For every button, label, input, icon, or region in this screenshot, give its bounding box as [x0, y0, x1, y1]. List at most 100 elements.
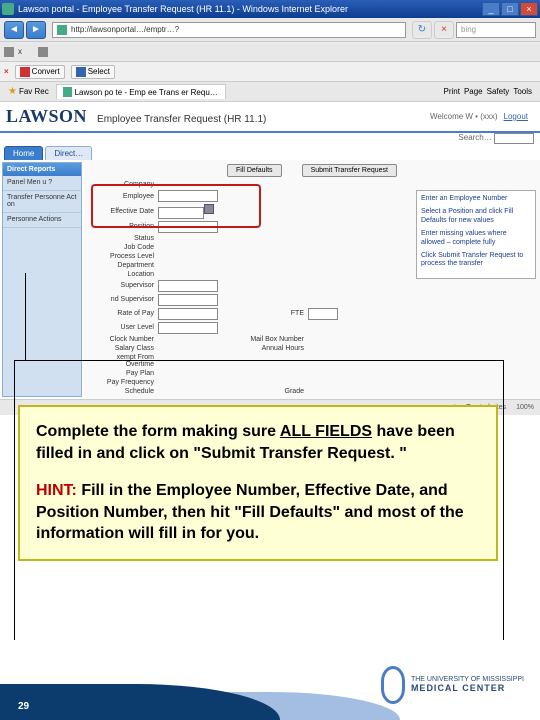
- toolbar-row-2: × Convert Select: [0, 62, 540, 82]
- window-titlebar: Lawson portal - Employee Transfer Reques…: [0, 0, 540, 18]
- page-number: 29: [18, 701, 29, 712]
- footer-logo-icon: [381, 666, 405, 704]
- label-schedule: Schedule: [88, 388, 158, 395]
- label-ind-supervisor: nd Supervisor: [88, 296, 158, 303]
- input-ind-supervisor[interactable]: [158, 294, 218, 306]
- help-line-1: Enter an Employee Number: [421, 195, 531, 203]
- app-tab-bar: Home Direct…: [0, 144, 540, 160]
- page-content: LAWSON Employee Transfer Request (HR 11.…: [0, 102, 540, 415]
- label-effective-date: Effective Date: [88, 208, 158, 215]
- help-line-4: Click Submit Transfer Request to process…: [421, 252, 531, 269]
- label-process-level: Process Level: [88, 253, 158, 260]
- search-box[interactable]: bing: [456, 22, 536, 38]
- input-rate-of-pay[interactable]: [158, 308, 218, 320]
- form-area: Fill Defaults Submit Transfer Request Co…: [84, 160, 540, 399]
- label-rate-of-pay: Rate of Pay: [88, 310, 158, 317]
- input-employee[interactable]: [158, 190, 218, 202]
- header-search-input[interactable]: [494, 133, 534, 144]
- window-title: Lawson portal - Employee Transfer Reques…: [18, 4, 348, 14]
- sidebar-item-2[interactable]: Personne Actions: [3, 213, 81, 228]
- stop-button[interactable]: ×: [434, 21, 454, 39]
- browser-tab-bar: ★ Fav Rec Lawson po te - Emp ee Trans er…: [0, 82, 540, 102]
- search-placeholder: bing: [461, 25, 476, 34]
- cmd-safety[interactable]: Safety: [487, 87, 510, 96]
- sidebar-item-1[interactable]: Transfer Personne Act on: [3, 191, 81, 213]
- label-status: Status: [88, 235, 158, 242]
- header-search[interactable]: Search…: [458, 133, 491, 142]
- window-controls: _ □ ×: [482, 2, 538, 16]
- label-user-level: User Level: [88, 324, 158, 331]
- back-button[interactable]: ◄: [4, 21, 24, 39]
- cmd-tools[interactable]: Tools: [513, 87, 532, 96]
- refresh-button[interactable]: ↻: [412, 21, 432, 39]
- close-button[interactable]: ×: [520, 2, 538, 16]
- footer-logo: THE UNIVERSITY OF MISSISSIPPI MEDICAL CE…: [381, 666, 524, 704]
- label-position: Position: [88, 223, 158, 230]
- label-pay-plan: Pay Plan: [88, 370, 158, 377]
- label-annual-hours: Annual Hours: [248, 345, 308, 352]
- label-company: Company: [88, 181, 158, 188]
- label-employee: Employee: [88, 193, 158, 200]
- input-user-level[interactable]: [158, 322, 218, 334]
- input-effective-date[interactable]: [158, 207, 204, 219]
- toolbar-icon-2[interactable]: [38, 47, 48, 57]
- label-salary-class: Salary Class: [88, 345, 158, 352]
- input-position[interactable]: [158, 221, 218, 233]
- instruction-all-fields: ALL FIELDS: [280, 423, 372, 440]
- help-line-3: Enter missing values where allowed – com…: [421, 230, 531, 247]
- command-bar: Print Page Safety Tools: [435, 87, 536, 96]
- sidebar-item-0[interactable]: Panel Men u ?: [3, 176, 81, 191]
- site-icon: [57, 25, 67, 35]
- favorites-button[interactable]: ★ Fav Rec: [4, 85, 53, 98]
- sidebar-header: Direct Reports: [3, 163, 81, 176]
- label-pay-frequency: Pay Frequency: [88, 379, 158, 386]
- tab-home[interactable]: Home: [4, 146, 43, 160]
- hint-text: Fill in the Employee Number, Effective D…: [36, 482, 464, 542]
- label-department: Department: [88, 262, 158, 269]
- lawson-logo: LAWSON: [6, 106, 87, 127]
- hint-label: HINT:: [36, 482, 77, 499]
- instruction-box: Complete the form making sure ALL FIELDS…: [18, 405, 498, 561]
- browser-window: Lawson portal - Employee Transfer Reques…: [0, 0, 540, 415]
- maximize-button[interactable]: □: [501, 2, 519, 16]
- instruction-part1: Complete the form making sure: [36, 423, 280, 440]
- app-icon: [2, 3, 14, 15]
- star-icon: ★: [8, 86, 17, 97]
- submit-transfer-button[interactable]: Submit Transfer Request: [302, 164, 397, 177]
- slide-footer: 29 THE UNIVERSITY OF MISSISSIPPI MEDICAL…: [0, 640, 540, 720]
- cmd-print[interactable]: Print: [443, 87, 459, 96]
- fill-defaults-button[interactable]: Fill Defaults: [227, 164, 282, 177]
- toolbar-icon-1[interactable]: [4, 47, 14, 57]
- label-supervisor: Supervisor: [88, 282, 158, 289]
- help-line-2: Select a Position and click Fill Default…: [421, 208, 531, 225]
- minimize-button[interactable]: _: [482, 2, 500, 16]
- status-zoom[interactable]: 100%: [516, 404, 534, 411]
- browser-tab[interactable]: Lawson po te - Emp ee Trans er Request (…: [56, 84, 226, 99]
- logout-link[interactable]: Logout: [504, 112, 528, 121]
- label-clock-number: Clock Number: [88, 336, 158, 343]
- input-fte[interactable]: [308, 308, 338, 320]
- tab-direct[interactable]: Direct…: [45, 146, 92, 160]
- convert-button[interactable]: Convert: [15, 65, 65, 79]
- label-fte: FTE: [248, 310, 308, 317]
- address-bar[interactable]: http://lawsonportal…/emptr…?: [52, 22, 406, 38]
- welcome-text: Welcome W • (xxx): [430, 112, 498, 121]
- help-panel: Enter an Employee Number Select a Positi…: [416, 190, 536, 279]
- page-title: Employee Transfer Request (HR 11.1): [97, 114, 266, 125]
- input-supervisor[interactable]: [158, 280, 218, 292]
- label-job-code: Job Code: [88, 244, 158, 251]
- toolbar-row-1: x: [0, 42, 540, 62]
- footer-wave-dark: [0, 684, 280, 720]
- label-location: Location: [88, 271, 158, 278]
- label-grade: Grade: [248, 388, 308, 395]
- address-text: http://lawsonportal…/emptr…?: [71, 25, 179, 34]
- select-button[interactable]: Select: [71, 65, 115, 79]
- nav-bar: ◄ ► http://lawsonportal…/emptr…? ↻ × bin…: [0, 18, 540, 42]
- cmd-page[interactable]: Page: [464, 87, 483, 96]
- footer-logo-main: MEDICAL CENTER: [411, 684, 524, 694]
- forward-button[interactable]: ►: [26, 21, 46, 39]
- label-mailbox: Mail Box Number: [248, 336, 308, 343]
- toolbar-item-x[interactable]: x: [18, 47, 22, 56]
- x-icon[interactable]: ×: [4, 67, 9, 76]
- calendar-icon[interactable]: [204, 204, 214, 214]
